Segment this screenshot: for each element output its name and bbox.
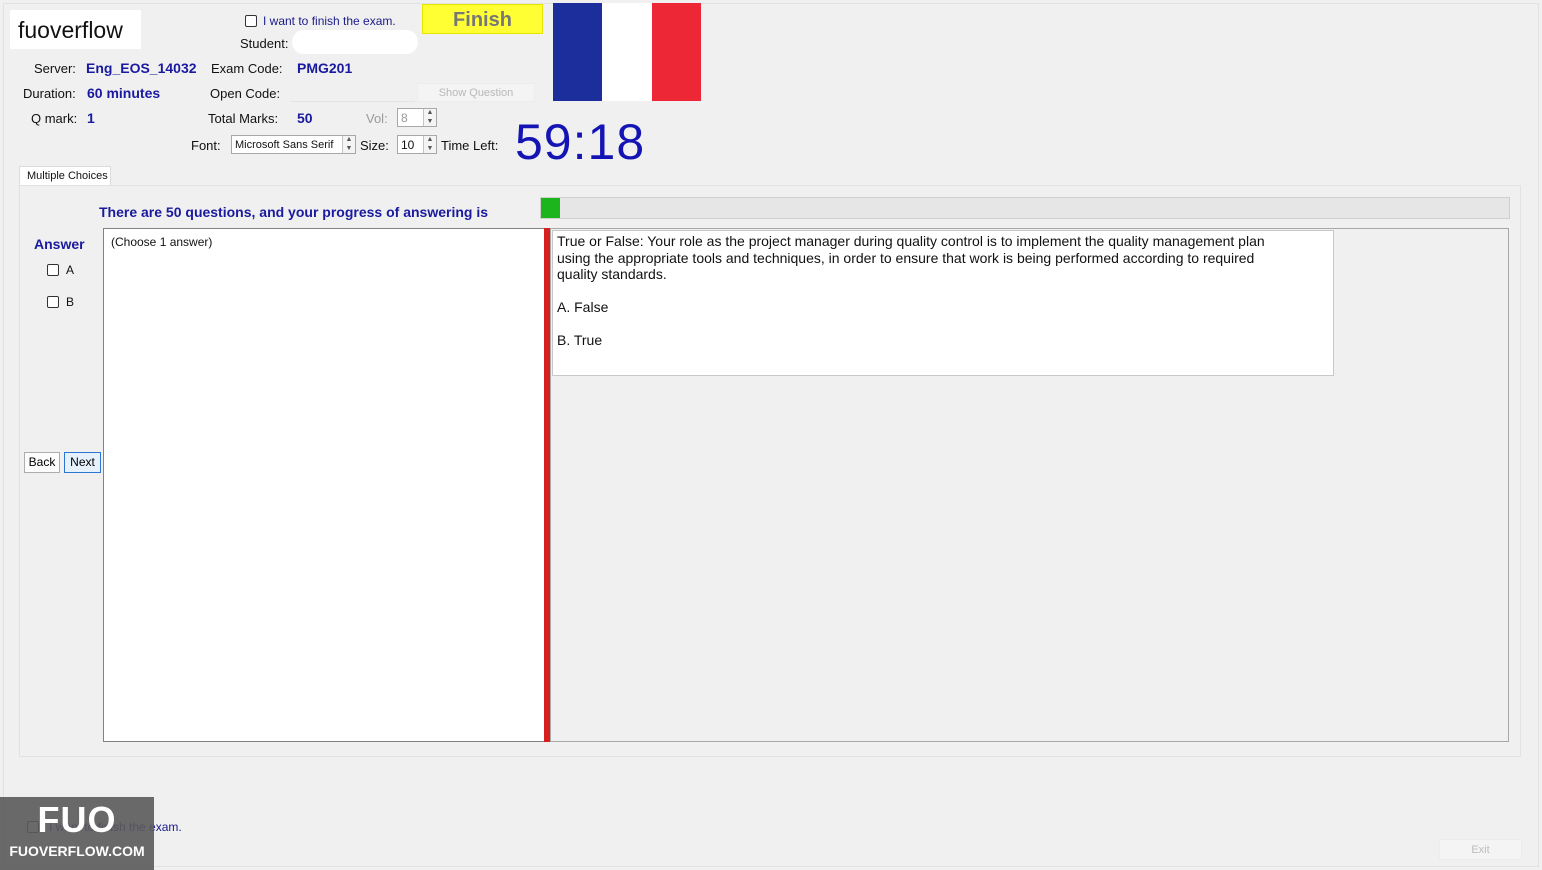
chevron-up-icon[interactable]: ▲	[424, 109, 436, 118]
answer-title: Answer	[34, 236, 85, 252]
brand-label: fuoverflow	[10, 10, 141, 49]
question-text: True or False: Your role as the project …	[557, 233, 1265, 282]
time-left-value: 59:18	[515, 114, 646, 170]
font-stepper[interactable]: Microsoft Sans Serif ▲ ▼	[231, 135, 356, 154]
student-name-redacted	[292, 30, 418, 54]
progress-text: There are 50 questions, and your progres…	[99, 204, 488, 220]
question-option-a: A. False	[557, 299, 609, 315]
flag-stripe-white	[602, 3, 652, 101]
answer-option-a-label: A	[66, 263, 75, 277]
answer-box[interactable]: (Choose 1 answer)	[103, 228, 546, 742]
watermark-logo-text: FUO	[37, 799, 117, 840]
vol-label: Vol:	[366, 111, 388, 126]
server-label: Server:	[34, 61, 76, 76]
qmark-label: Q mark:	[31, 111, 78, 126]
answer-option-b[interactable]: B	[47, 295, 74, 309]
time-left-label: Time Left:	[441, 138, 499, 153]
finish-exam-checkbox[interactable]: I want to finish the exam.	[245, 14, 396, 28]
open-code-input[interactable]	[290, 84, 415, 102]
question-option-b: B. True	[557, 332, 603, 348]
chevron-up-icon[interactable]: ▲	[424, 136, 436, 145]
checkbox-icon[interactable]	[245, 15, 257, 27]
duration-value: 60 minutes	[87, 85, 161, 101]
flag-stripe-red	[651, 3, 701, 101]
vol-stepper-arrows[interactable]: ▲ ▼	[423, 109, 436, 126]
show-question-button[interactable]: Show Question	[417, 83, 535, 102]
exit-button[interactable]: Exit	[1439, 839, 1522, 860]
total-marks-label: Total Marks:	[208, 111, 279, 126]
chevron-up-icon[interactable]: ▲	[343, 136, 355, 145]
answer-hint: (Choose 1 answer)	[111, 235, 213, 249]
student-label: Student:	[240, 36, 289, 51]
finish-exam-checkbox-label: I want to finish the exam.	[263, 14, 396, 28]
font-stepper-arrows[interactable]: ▲ ▼	[342, 136, 355, 153]
exam-code-value: PMG201	[297, 60, 353, 76]
back-button[interactable]: Back	[24, 452, 60, 473]
font-value: Microsoft Sans Serif	[235, 138, 334, 151]
checkbox-icon[interactable]	[47, 264, 59, 276]
answer-option-b-label: B	[66, 295, 75, 309]
exam-code-label: Exam Code:	[211, 61, 283, 76]
font-label: Font:	[191, 138, 221, 153]
progress-bar	[540, 197, 1510, 219]
open-code-label: Open Code:	[210, 86, 281, 101]
flag-stripe-blue	[553, 3, 603, 101]
vol-value: 8	[401, 110, 408, 125]
size-stepper[interactable]: 10 ▲ ▼	[397, 135, 437, 154]
fuoverflow-watermark-logo: FUO FUOVERFLOW.COM	[0, 797, 154, 870]
chevron-down-icon[interactable]: ▼	[343, 145, 355, 154]
progress-bar-fill	[541, 198, 561, 218]
next-button[interactable]: Next	[64, 452, 101, 473]
chevron-down-icon[interactable]: ▼	[424, 118, 436, 127]
checkbox-icon[interactable]	[47, 296, 59, 308]
qmark-value: 1	[87, 110, 95, 126]
vol-stepper[interactable]: 8 ▲ ▼	[397, 108, 437, 127]
question-box[interactable]: True or False: Your role as the project …	[552, 230, 1334, 376]
size-value: 10	[401, 137, 415, 152]
tab-multiple-choices[interactable]: Multiple Choices	[19, 166, 111, 186]
chevron-down-icon[interactable]: ▼	[424, 145, 436, 154]
french-flag-icon[interactable]	[553, 3, 701, 101]
size-label: Size:	[360, 138, 389, 153]
watermark-site-text: FUOVERFLOW.COM	[9, 843, 145, 859]
finish-button[interactable]: Finish	[422, 4, 543, 34]
answer-option-a[interactable]: A	[47, 263, 74, 277]
total-marks-value: 50	[297, 110, 313, 126]
server-value: Eng_EOS_14032	[86, 60, 197, 76]
duration-label: Duration:	[23, 86, 76, 101]
size-stepper-arrows[interactable]: ▲ ▼	[423, 136, 436, 153]
